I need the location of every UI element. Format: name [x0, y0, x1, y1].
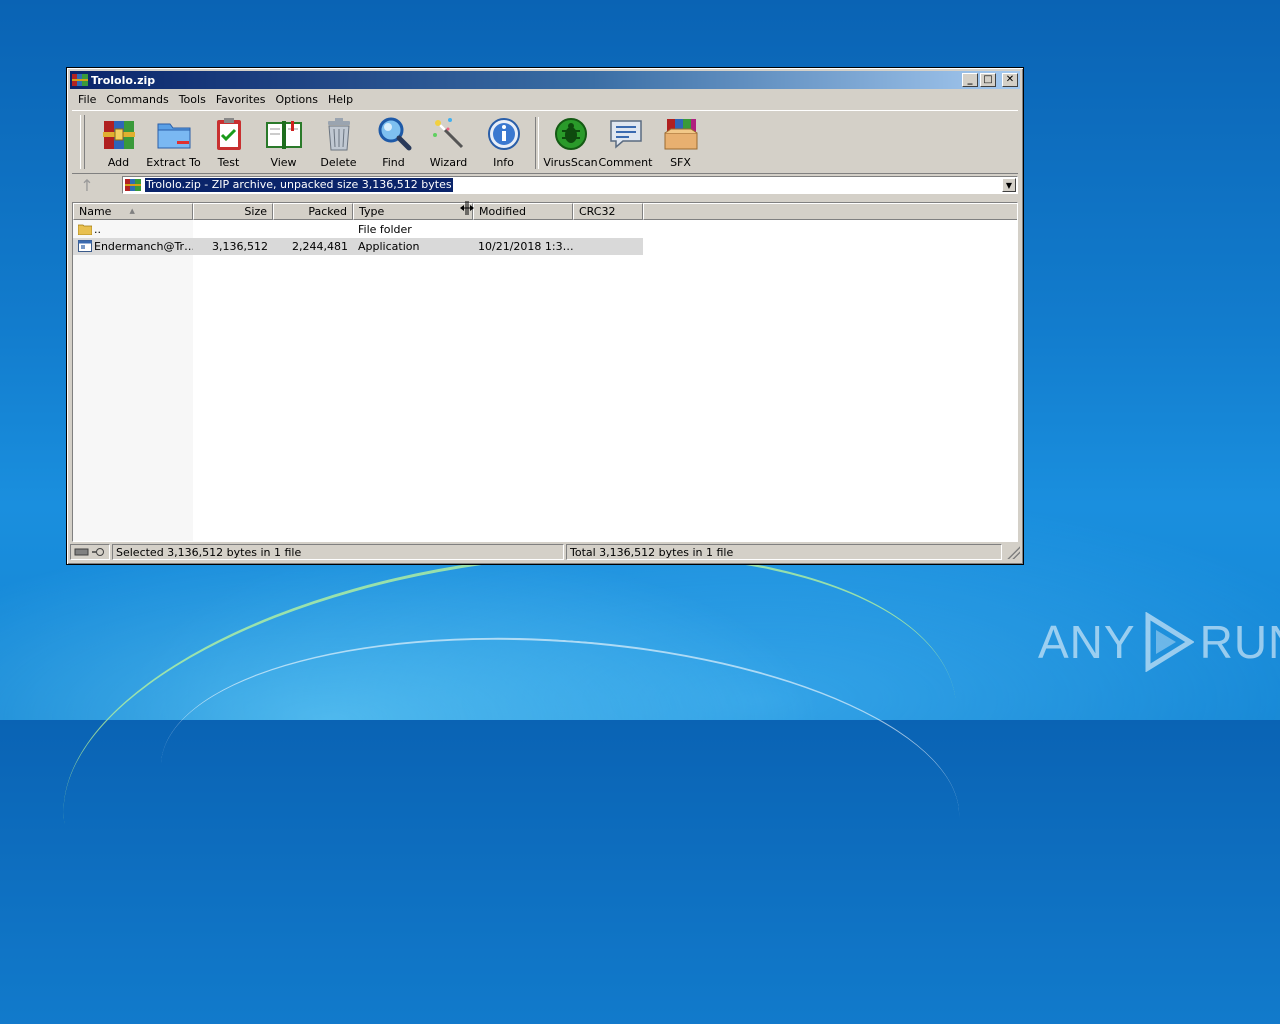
- status-total: Total 3,136,512 bytes in 1 file: [566, 544, 1002, 560]
- toolbar: Add Extract To Test View Delete Find Wiz…: [72, 110, 1018, 174]
- info-button[interactable]: Info: [476, 111, 531, 171]
- up-arrow-icon[interactable]: ↑: [72, 175, 102, 195]
- menu-tools[interactable]: Tools: [174, 93, 211, 106]
- menu-commands[interactable]: Commands: [101, 93, 173, 106]
- folder-icon: [157, 123, 190, 149]
- drive-key-icon: [74, 548, 104, 556]
- find-label: Find: [382, 156, 405, 169]
- sort-ascending-icon: ▲: [129, 207, 135, 215]
- anyrun-watermark: ANY RUN: [1038, 612, 1280, 672]
- clipboard-check-icon: [216, 118, 241, 150]
- comment-icon: [609, 120, 642, 149]
- row-modified: 10/21/2018 1:3…: [478, 240, 573, 253]
- wizard-button[interactable]: Wizard: [421, 111, 476, 171]
- add-label: Add: [107, 156, 130, 169]
- row-packed: 2,244,481: [292, 240, 348, 253]
- trash-can-icon: [327, 118, 350, 151]
- chevron-down-icon[interactable]: ▼: [1002, 178, 1016, 192]
- magnifier-icon: [378, 117, 411, 151]
- menu-bar: File Commands Tools Favorites Options He…: [70, 90, 1020, 108]
- find-button[interactable]: Find: [366, 111, 421, 171]
- toolbar-grip: [80, 115, 85, 169]
- menu-options[interactable]: Options: [271, 93, 323, 106]
- file-list: Name ▲ Size Packed Type Modified CRC32 .…: [72, 202, 1018, 542]
- table-row-selected[interactable]: Endermanch@Tr… 3,136,512 2,244,481 Appli…: [73, 238, 643, 255]
- virusscan-label: VirusScan: [543, 156, 598, 169]
- menu-favorites[interactable]: Favorites: [211, 93, 271, 106]
- sfx-button[interactable]: SFX: [653, 111, 708, 171]
- row-name: Endermanch@Tr…: [94, 240, 193, 253]
- extract-to-label: Extract To: [146, 156, 201, 169]
- view-button[interactable]: View: [256, 111, 311, 171]
- minimize-button[interactable]: _: [962, 73, 978, 87]
- status-selected: Selected 3,136,512 bytes in 1 file: [112, 544, 564, 560]
- wizard-label: Wizard: [429, 156, 468, 169]
- virusscan-button[interactable]: VirusScan: [543, 111, 598, 171]
- test-label: Test: [217, 156, 240, 169]
- address-combobox[interactable]: Trololo.zip - ZIP archive, unpacked size…: [122, 176, 1018, 194]
- title-bar[interactable]: Trololo.zip _ □ ✕: [70, 71, 1020, 89]
- name-column-shade: [73, 220, 193, 541]
- view-label: View: [270, 156, 297, 169]
- archive-books-icon: [102, 121, 135, 149]
- extract-to-button[interactable]: Extract To: [146, 111, 201, 171]
- table-row-parent[interactable]: .. File folder: [73, 221, 643, 238]
- column-type[interactable]: Type: [353, 203, 473, 220]
- menu-file[interactable]: File: [73, 93, 101, 106]
- bug-scan-icon: [554, 118, 587, 150]
- close-button[interactable]: ✕: [1002, 73, 1018, 87]
- test-button[interactable]: Test: [201, 111, 256, 171]
- address-row: ↑ Trololo.zip - ZIP archive, unpacked si…: [72, 174, 1018, 196]
- open-book-icon: [265, 121, 302, 149]
- row-size: 3,136,512: [212, 240, 268, 253]
- winrar-window: Trololo.zip _ □ ✕ File Commands Tools Fa…: [66, 67, 1024, 565]
- resize-grip[interactable]: [1006, 545, 1020, 559]
- folder-icon: [78, 224, 92, 235]
- column-crc32[interactable]: CRC32: [573, 203, 643, 220]
- play-logo-icon: [1145, 612, 1194, 672]
- column-header: Name ▲ Size Packed Type Modified CRC32: [73, 203, 1017, 220]
- delete-button[interactable]: Delete: [311, 111, 366, 171]
- row-type: Application: [358, 240, 420, 253]
- toolbar-separator: [535, 117, 539, 169]
- comment-button[interactable]: Comment: [598, 111, 653, 171]
- info-icon: [487, 118, 520, 150]
- row-name-cell: Endermanch@Tr…: [73, 240, 193, 253]
- magic-wand-icon: [432, 118, 463, 149]
- column-resize-cursor-icon: [460, 201, 474, 215]
- add-button[interactable]: Add: [91, 111, 146, 171]
- window-title: Trololo.zip: [91, 73, 156, 87]
- row-name: ..: [94, 223, 101, 236]
- maximize-button[interactable]: □: [980, 73, 996, 87]
- delete-label: Delete: [320, 156, 357, 169]
- status-icons[interactable]: [70, 544, 110, 560]
- row-type: File folder: [358, 223, 412, 236]
- info-label: Info: [493, 156, 514, 169]
- watermark-right: RUN: [1199, 616, 1280, 668]
- column-size[interactable]: Size: [193, 203, 273, 220]
- menu-help[interactable]: Help: [323, 93, 358, 106]
- comment-label: Comment: [598, 156, 653, 169]
- sfx-box-icon: [664, 119, 697, 150]
- address-text[interactable]: Trololo.zip - ZIP archive, unpacked size…: [145, 178, 453, 192]
- sfx-label: SFX: [670, 156, 691, 169]
- application-icon: [78, 240, 92, 252]
- column-filler: [643, 203, 1017, 220]
- column-modified[interactable]: Modified: [473, 203, 573, 220]
- winrar-app-icon: [72, 74, 88, 86]
- archive-icon: [125, 179, 141, 191]
- status-bar: Selected 3,136,512 bytes in 1 file Total…: [70, 543, 1020, 561]
- row-name-cell: ..: [73, 223, 193, 236]
- watermark-left: ANY: [1038, 616, 1136, 668]
- column-packed[interactable]: Packed: [273, 203, 353, 220]
- column-name-label: Name: [79, 205, 112, 218]
- column-name[interactable]: Name ▲: [73, 203, 193, 220]
